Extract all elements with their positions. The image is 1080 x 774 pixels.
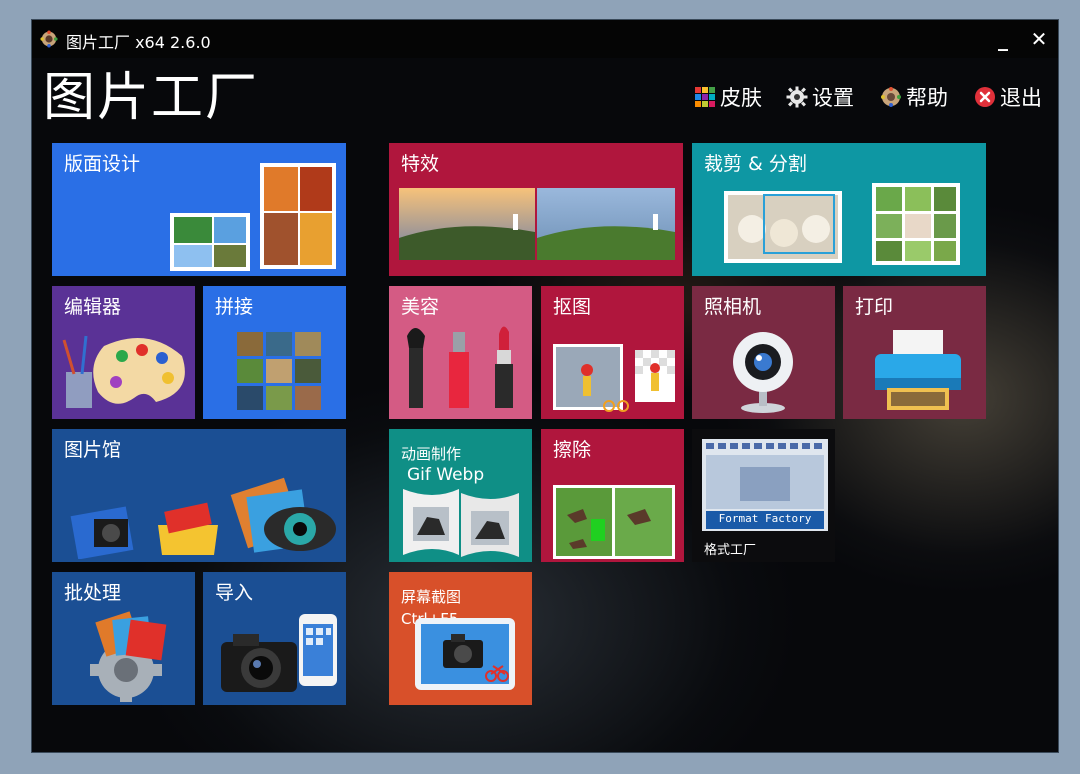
gear-icon: [786, 86, 808, 108]
skin-label: 皮肤: [720, 86, 762, 110]
gallery-label: 图片馆: [64, 439, 122, 461]
exit-x-icon: [975, 87, 995, 107]
batch-label: 批处理: [64, 582, 122, 604]
help-label: 帮助: [906, 86, 948, 110]
stitch-label: 拼接: [215, 296, 254, 318]
skin-menu-item[interactable]: 皮肤: [694, 82, 762, 112]
beauty-label: 美容: [401, 296, 440, 318]
erase-tile[interactable]: 擦除: [541, 429, 684, 562]
gallery-tile[interactable]: 图片馆: [52, 429, 346, 562]
import-tile[interactable]: 导入: [203, 572, 346, 705]
window-title: 图片工厂 x64 2.6.0: [66, 33, 211, 52]
animation-formats: Gif Webp: [407, 465, 485, 485]
palette-grid-icon: [695, 87, 715, 107]
app-brand-title: 图片工厂: [43, 68, 260, 128]
title-bar[interactable]: 图片工厂 x64 2.6.0 _ ✕: [32, 20, 1058, 58]
batch-tile[interactable]: 批处理: [52, 572, 195, 705]
format-factory-label: 格式工厂: [704, 543, 757, 558]
help-gear-icon: [881, 87, 901, 107]
close-button[interactable]: ✕: [1026, 26, 1052, 52]
lighthouse-landscape-icon: [399, 188, 675, 260]
erase-deer-icon: [553, 485, 675, 559]
minimize-button[interactable]: _: [990, 26, 1016, 52]
app-window: 图片工厂 x64 2.6.0 _ ✕ 图片工厂 皮肤 设置 帮助 退出 版面设计…: [31, 19, 1059, 753]
printer-icon: [875, 330, 961, 410]
animation-tile[interactable]: 动画制作 Gif Webp: [389, 429, 532, 562]
camera-phone-icon: [221, 614, 337, 692]
layout-design-tile[interactable]: 版面设计: [52, 143, 346, 276]
cutout-label: 抠图: [553, 296, 592, 318]
erase-label: 擦除: [553, 439, 592, 461]
animation-label: 动画制作: [401, 445, 462, 463]
screenshot-label: 屏幕截图: [401, 588, 462, 606]
crop-puppies-icon: [724, 183, 960, 265]
crop-split-tile[interactable]: 裁剪 & 分割: [692, 143, 986, 276]
gallery-icons: [70, 477, 336, 559]
print-tile[interactable]: 打印: [843, 286, 986, 419]
makeup-icon: [407, 326, 513, 408]
layout-design-label: 版面设计: [64, 153, 141, 175]
effects-tile[interactable]: 特效: [389, 143, 683, 276]
camera-tile[interactable]: 照相机: [692, 286, 835, 419]
app-gear-icon: [40, 30, 58, 48]
crop-split-label: 裁剪 & 分割: [704, 153, 807, 175]
photo-grid-icon: [237, 332, 321, 410]
effects-label: 特效: [401, 153, 440, 175]
exit-label: 退出: [1000, 86, 1042, 110]
paint-palette-icon: [62, 335, 185, 408]
import-label: 导入: [215, 582, 254, 604]
screenshot-tile[interactable]: 屏幕截图 Ctrl+F5: [389, 572, 532, 705]
camera-label: 照相机: [704, 296, 762, 318]
batch-gear-icon: [90, 611, 167, 702]
editor-tile[interactable]: 编辑器: [52, 286, 195, 419]
beauty-tile[interactable]: 美容: [389, 286, 532, 419]
format-factory-logo-text: Format Factory: [718, 512, 812, 525]
stitch-tile[interactable]: 拼接: [203, 286, 346, 419]
print-label: 打印: [855, 296, 894, 318]
cutout-tile[interactable]: 抠图: [541, 286, 684, 419]
settings-menu-item[interactable]: 设置: [786, 82, 854, 112]
help-menu-item[interactable]: 帮助: [880, 82, 948, 112]
format-factory-tile[interactable]: Format Factory 格式工厂: [692, 429, 835, 562]
film-strip-icon: [403, 489, 519, 557]
webcam-icon: [733, 332, 793, 413]
exit-menu-item[interactable]: 退出: [974, 82, 1042, 112]
photo-collage-icon: [170, 163, 336, 271]
settings-label: 设置: [812, 86, 854, 110]
screen-capture-icon: [415, 618, 515, 690]
cutout-scissors-icon: [553, 344, 675, 412]
editor-label: 编辑器: [64, 296, 122, 318]
